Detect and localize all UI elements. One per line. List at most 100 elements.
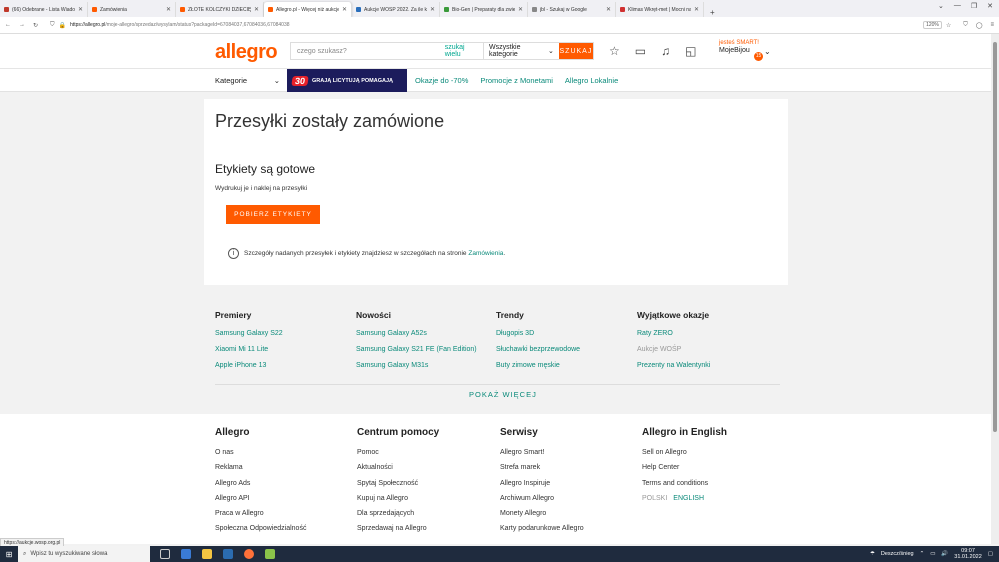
browser-tab[interactable]: jbl - Szukaj w Google ✕ — [528, 2, 616, 17]
weather-text[interactable]: Deszcz/śnieg — [881, 551, 914, 557]
menu-icon[interactable]: ≡ — [990, 22, 994, 28]
volume-icon[interactable]: 🔊 — [941, 551, 948, 557]
footer-link[interactable]: Karty podarunkowe Allegro — [500, 525, 640, 532]
deals-link[interactable]: Okazje do -70% — [415, 76, 468, 85]
page-scrollbar[interactable] — [991, 34, 999, 544]
footer-link[interactable]: Kupuj na Allegro — [357, 495, 497, 502]
close-window-icon[interactable]: ✕ — [987, 2, 993, 10]
coins-promo-link[interactable]: Promocje z Monetami — [480, 76, 553, 85]
firefox-icon[interactable] — [244, 549, 254, 559]
allegro-lokalnie-link[interactable]: Allegro Lokalnie — [565, 76, 618, 85]
footer-link[interactable]: Aktualności — [357, 464, 497, 471]
clock[interactable]: 09:07 31.01.2022 — [954, 548, 982, 560]
footer-link[interactable]: O nas — [215, 449, 355, 456]
categories-dropdown[interactable]: Kategorie ⌄ — [215, 69, 280, 92]
footer-link[interactable]: Terms and conditions — [642, 480, 782, 487]
footer-link[interactable]: Archiwum Allegro — [500, 495, 640, 502]
shield-extension-icon[interactable]: ⛉ — [963, 22, 968, 29]
footer-link[interactable]: Strefa marek — [500, 464, 640, 471]
star-icon[interactable]: ☆ — [609, 44, 620, 58]
browser-tab[interactable]: Zamówienia ✕ — [88, 2, 176, 17]
rec-link[interactable]: Buty zimowe męskie — [496, 362, 636, 369]
allegro-logo[interactable]: allegro — [215, 41, 278, 64]
footer-link[interactable]: Społeczna Odpowiedzialność — [215, 525, 355, 532]
browser-tab[interactable]: Klimas Wkręt-met | Mocni na pl ✕ — [616, 2, 704, 17]
bookmark-star-icon[interactable]: ☆ — [946, 22, 951, 29]
orders-link[interactable]: Zamówienia — [468, 250, 503, 257]
browser-tab[interactable]: Bio-Gen | Preparaty dla zwierząt✕ — [440, 2, 528, 17]
footer-link[interactable]: Sell on Allegro — [642, 449, 782, 456]
footer-link[interactable]: Help Center — [642, 464, 782, 471]
maximize-icon[interactable]: ❐ — [971, 2, 977, 10]
account-icon[interactable]: ◯ — [976, 22, 983, 29]
wosp-promo-banner[interactable]: 30 GRAJĄ LICYTUJĄ POMAGAJĄ — [287, 69, 407, 92]
close-tab-icon[interactable]: ✕ — [166, 6, 171, 13]
shopping-bag-icon[interactable]: ◱ — [685, 44, 696, 58]
rec-link[interactable]: Samsung Galaxy S22 — [215, 330, 355, 337]
rec-link[interactable]: Długopis 3D — [496, 330, 636, 337]
search-button[interactable]: SZUKAJ — [558, 43, 594, 59]
reload-icon[interactable]: ↻ — [33, 22, 38, 29]
footer-link[interactable]: Praca w Allegro — [215, 510, 355, 517]
close-tab-icon[interactable]: ✕ — [78, 6, 83, 13]
network-icon[interactable]: ▭ — [930, 551, 935, 557]
footer-link[interactable]: Spytaj Społeczność — [357, 480, 497, 487]
task-view-icon[interactable] — [160, 549, 170, 559]
rec-link[interactable]: Xiaomi Mi 11 Lite — [215, 346, 355, 353]
category-select[interactable]: Wszystkie kategorie ⌄ — [482, 43, 559, 59]
footer-link[interactable]: Pomoc — [357, 449, 497, 456]
shield-icon[interactable]: ⛉ — [50, 22, 55, 29]
rec-link[interactable]: Samsung Galaxy A52s — [356, 330, 496, 337]
photos-app-icon[interactable] — [181, 549, 191, 559]
windows-start-icon[interactable]: ⊞ — [0, 550, 18, 559]
close-tab-icon[interactable]: ✕ — [518, 6, 523, 13]
search-input[interactable]: czego szukasz? — [291, 43, 445, 59]
rec-link[interactable]: Prezenty na Walentynki — [637, 362, 777, 369]
rec-link[interactable]: Samsung Galaxy M31s — [356, 362, 496, 369]
minimize-icon[interactable]: — — [954, 2, 961, 10]
browser-tab-active[interactable]: Allegro.pl - Więcej niż aukcje. N✕ — [264, 2, 352, 17]
rec-link[interactable]: Aukcje WOŚP — [637, 346, 777, 353]
zoom-level[interactable]: 120% — [923, 21, 942, 29]
show-more-button[interactable]: POKAŻ WIĘCEJ — [469, 390, 537, 399]
lock-icon[interactable]: 🔒 — [59, 22, 66, 29]
lang-english[interactable]: ENGLISH — [673, 495, 704, 502]
taskbar-search[interactable]: ⌕ Wpisz tu wyszukiwane słowa — [18, 546, 150, 562]
rec-link[interactable]: Apple iPhone 13 — [215, 362, 355, 369]
back-icon[interactable]: ← — [5, 22, 11, 28]
user-menu[interactable]: jesteś SMART! MojeBijou 15 ⌄ — [719, 39, 771, 61]
bell-icon[interactable]: ♫ — [661, 44, 670, 58]
close-tab-icon[interactable]: ✕ — [430, 6, 435, 13]
footer-link[interactable]: Dla sprzedających — [357, 510, 497, 517]
tab-list-icon[interactable]: ⌄ — [938, 2, 944, 10]
footer-link[interactable]: Sprzedawaj na Allegro — [357, 525, 497, 532]
store-app-icon[interactable] — [223, 549, 233, 559]
close-tab-icon[interactable]: ✕ — [254, 6, 259, 13]
footer-link[interactable]: Reklama — [215, 464, 355, 471]
search-many-link[interactable]: szukaj wielu — [445, 43, 483, 59]
rec-link[interactable]: Słuchawki bezprzewodowe — [496, 346, 636, 353]
close-tab-icon[interactable]: ✕ — [342, 6, 347, 13]
url-text[interactable]: https://allegro.pl/moje-allegro/sprzedaz… — [70, 22, 919, 28]
footer-link[interactable]: Allegro Ads — [215, 480, 355, 487]
download-labels-button[interactable]: POBIERZ ETYKIETY — [226, 205, 320, 224]
footer-link[interactable]: Allegro Smart! — [500, 449, 640, 456]
new-tab-button[interactable]: + — [704, 8, 721, 17]
forward-icon[interactable]: → — [19, 22, 25, 28]
scrollbar-thumb[interactable] — [993, 42, 997, 432]
lang-polish[interactable]: POLSKI — [642, 495, 667, 502]
footer-link[interactable]: Allegro Inspiruje — [500, 480, 640, 487]
rec-link[interactable]: Samsung Galaxy S21 FE (Fan Edition) — [356, 346, 496, 353]
rec-link[interactable]: Raty ZERO — [637, 330, 777, 337]
footer-link[interactable]: Monety Allegro — [500, 510, 640, 517]
browser-tab[interactable]: Aukcje WOŚP 2022. Za ile kupi ✕ — [352, 2, 440, 17]
notifications-icon[interactable]: ▢ — [988, 551, 993, 557]
browser-tab[interactable]: (66) Odebrane - Lista Wiadomości✕ — [0, 2, 88, 17]
chat-icon[interactable]: ▭ — [635, 44, 646, 58]
footer-link[interactable]: Allegro API — [215, 495, 355, 502]
browser-tab[interactable]: ZŁOTE KOLCZYKI DZIECIĘCE PR✕ — [176, 2, 264, 17]
address-bar[interactable]: ⛉ 🔒 https://allegro.pl/moje-allegro/sprz… — [46, 19, 955, 31]
file-explorer-icon[interactable] — [202, 549, 212, 559]
close-tab-icon[interactable]: ✕ — [694, 6, 699, 13]
weather-icon[interactable]: ☂ — [870, 551, 875, 557]
